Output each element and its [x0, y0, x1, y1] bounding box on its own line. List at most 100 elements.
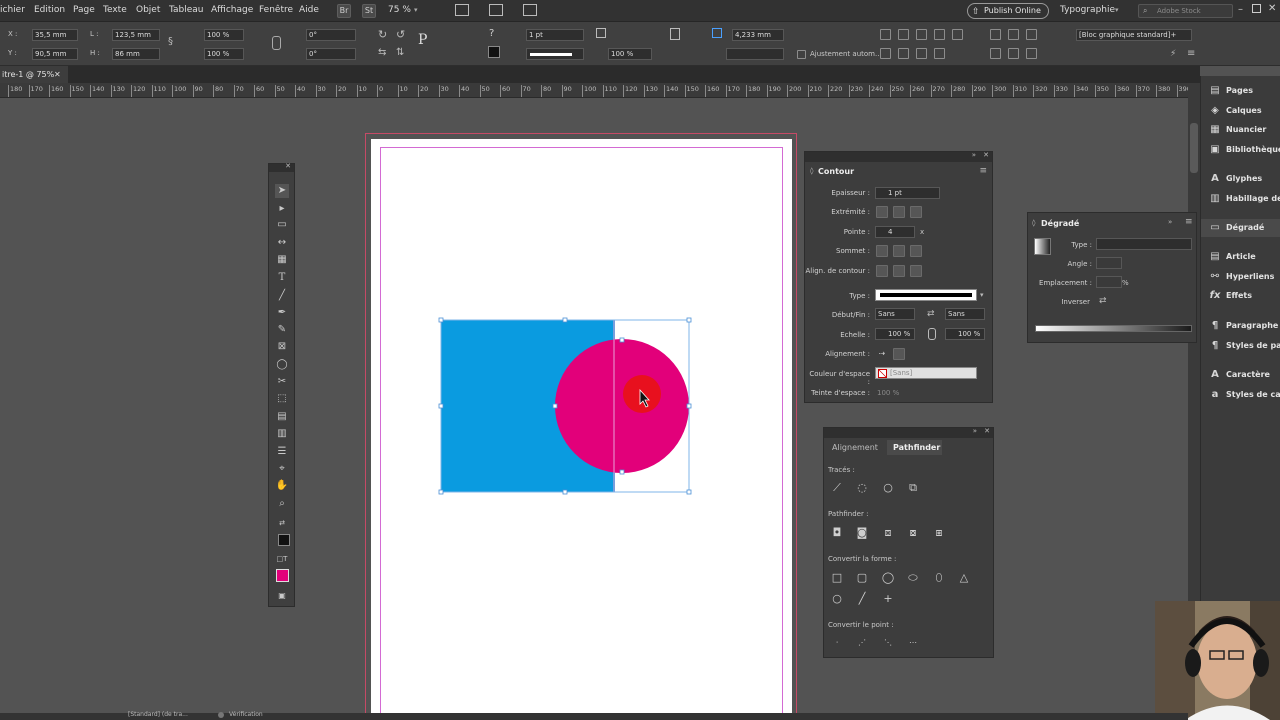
fin-field[interactable]: Sans	[945, 308, 985, 320]
collapse-icon[interactable]: »	[973, 427, 977, 435]
scissors-tool-icon[interactable]: ✂	[275, 375, 289, 389]
maximize-icon[interactable]	[1252, 4, 1261, 13]
align-center-stroke-button[interactable]	[876, 265, 888, 277]
x-field[interactable]: 35,5 mm	[32, 29, 78, 41]
exclude-overlap-icon[interactable]: ⧇	[906, 526, 920, 540]
note-tool-icon[interactable]: ☰	[275, 445, 289, 459]
constrain-proportions-icon[interactable]	[272, 36, 281, 50]
free-transform-tool-icon[interactable]: ⬚	[275, 392, 289, 406]
formatting-container-icon[interactable]: □T	[275, 552, 289, 566]
swap-colors-icon[interactable]: ⇄	[275, 516, 289, 530]
reference-value-field[interactable]: 4,233 mm	[732, 29, 784, 41]
stroke-type-select[interactable]	[875, 289, 977, 301]
fit-content-icon[interactable]	[880, 29, 891, 40]
plain-point-icon[interactable]: ⋅	[830, 636, 844, 650]
convert-triangle-icon[interactable]: △	[957, 571, 971, 585]
dock-item-styles-paragraphe[interactable]: ¶ Styles de paragraphe	[1201, 337, 1280, 355]
close-tab-icon[interactable]: ✕	[54, 66, 61, 83]
reverse-gradient-icon[interactable]: ⇄	[1099, 296, 1107, 306]
echelle-start-field[interactable]: 100 %	[875, 328, 915, 340]
butt-cap-button[interactable]	[876, 206, 888, 218]
hand-tool-icon[interactable]: ✋	[275, 479, 289, 493]
minimize-icon[interactable]: –	[1238, 4, 1243, 15]
fit-proportionally-icon[interactable]	[952, 29, 963, 40]
align-left-icon[interactable]	[990, 29, 1001, 40]
gradient-feather-tool-icon[interactable]: ▥	[275, 427, 289, 441]
height-field[interactable]: 86 mm	[112, 48, 160, 60]
reverse-path-icon[interactable]: ⧉	[906, 481, 920, 495]
selection-tool-icon[interactable]: ➤	[275, 184, 289, 198]
ellipse-tool-icon[interactable]: ◯	[275, 358, 289, 372]
pencil-tool-icon[interactable]: ✎	[275, 323, 289, 337]
arrange-documents-icon[interactable]	[523, 4, 537, 16]
line-tool-icon[interactable]: ╱	[275, 289, 289, 303]
screen-mode-icon[interactable]	[489, 4, 503, 16]
select-content-icon[interactable]	[898, 48, 909, 59]
type-tool-icon[interactable]: T	[275, 271, 289, 285]
align-inside-stroke-button[interactable]	[893, 265, 905, 277]
rectangle-frame-tool-icon[interactable]: ⊠	[275, 340, 289, 354]
dock-item-bibliotheques[interactable]: ▣ Bibliothèques CC	[1201, 141, 1280, 159]
align-center-icon[interactable]	[1008, 29, 1019, 40]
dock-item-habillage[interactable]: ▥ Habillage de texte	[1201, 190, 1280, 208]
convert-orthogonal-line-icon[interactable]: +	[881, 592, 895, 606]
swap-ends-icon[interactable]: ⇄	[927, 309, 935, 319]
gradient-ramp[interactable]	[1035, 325, 1192, 332]
stroke-type-select[interactable]	[526, 48, 584, 60]
content-collector-icon[interactable]: ▦	[275, 253, 289, 267]
gradient-location-field[interactable]	[1096, 276, 1122, 288]
fill-stroke-icon[interactable]	[278, 534, 290, 546]
page-tool-icon[interactable]: ▭	[275, 218, 289, 232]
convert-rectangle-icon[interactable]: □	[830, 571, 844, 585]
workspace-switcher[interactable]: Typographie	[1060, 5, 1115, 15]
debut-field[interactable]: Sans	[875, 308, 915, 320]
symmetrical-point-icon[interactable]: ⋯	[906, 636, 920, 650]
dock-item-effets[interactable]: fx Effets	[1201, 287, 1280, 305]
subtract-shapes-icon[interactable]: ◙	[855, 526, 869, 540]
gradient-swatch-tool-icon[interactable]: ▤	[275, 410, 289, 424]
pointe-field[interactable]: 4	[875, 226, 915, 238]
menu-fenetre[interactable]: Fenêtre	[259, 5, 293, 15]
menu-texte[interactable]: Texte	[103, 5, 127, 15]
minus-back-icon[interactable]: ⧆	[932, 526, 946, 540]
eyedropper-tool-icon[interactable]: ⌖	[275, 462, 289, 476]
object-style-select[interactable]: [Bloc graphique standard]+	[1076, 29, 1192, 41]
panel-menu-icon[interactable]: ≡	[1185, 217, 1193, 227]
fx-icon[interactable]	[596, 28, 606, 38]
chevron-down-icon[interactable]: ▾	[1115, 6, 1119, 14]
current-fill-swatch[interactable]	[276, 569, 289, 582]
menu-tableau[interactable]: Tableau	[169, 5, 204, 15]
quick-apply-icon[interactable]: ⚡	[1170, 49, 1176, 59]
stock-button[interactable]: St	[362, 4, 376, 18]
scale-y-field[interactable]: 100 %	[204, 48, 244, 60]
tab-alignement[interactable]: Alignement	[826, 440, 886, 455]
direct-selection-tool-icon[interactable]: ▸	[275, 202, 289, 216]
panel-menu-icon[interactable]: ≡	[979, 166, 987, 176]
close-window-icon[interactable]: ✕	[1268, 3, 1276, 14]
link-icon[interactable]: §	[168, 36, 173, 47]
dock-item-glyphes[interactable]: A Glyphes	[1201, 170, 1280, 188]
help-icon[interactable]: ?	[489, 28, 494, 39]
y-field[interactable]: 90,5 mm	[32, 48, 78, 60]
join-path-icon[interactable]: ⟋	[830, 481, 844, 495]
convert-line-icon[interactable]: ╱	[855, 592, 869, 606]
smooth-point-icon[interactable]: ⋱	[881, 636, 895, 650]
zoom-level[interactable]: 75 %	[388, 5, 411, 15]
menu-objet[interactable]: Objet	[136, 5, 160, 15]
fit-frame-icon[interactable]	[898, 29, 909, 40]
close-icon[interactable]: ✕	[983, 151, 989, 159]
bevel-join-button[interactable]	[910, 245, 922, 257]
center-content-icon[interactable]	[916, 29, 927, 40]
close-icon[interactable]: ✕	[285, 162, 291, 170]
tab-pathfinder[interactable]: Pathfinder	[887, 440, 942, 455]
path-icon[interactable]: P	[418, 32, 427, 48]
link-scale-icon[interactable]	[928, 328, 936, 340]
style-status[interactable]: [Standard] (de tra...	[128, 711, 188, 718]
dock-item-caractere[interactable]: A Caractère	[1201, 366, 1280, 384]
preflight-status[interactable]: Vérification	[229, 711, 263, 718]
echelle-end-field[interactable]: 100 %	[945, 328, 985, 340]
distribute-center-icon[interactable]	[1008, 48, 1019, 59]
dock-item-article[interactable]: ▤ Article	[1201, 248, 1280, 266]
distribute-right-icon[interactable]	[1026, 48, 1037, 59]
dock-item-styles-caractere[interactable]: a Styles de caractère	[1201, 386, 1280, 404]
